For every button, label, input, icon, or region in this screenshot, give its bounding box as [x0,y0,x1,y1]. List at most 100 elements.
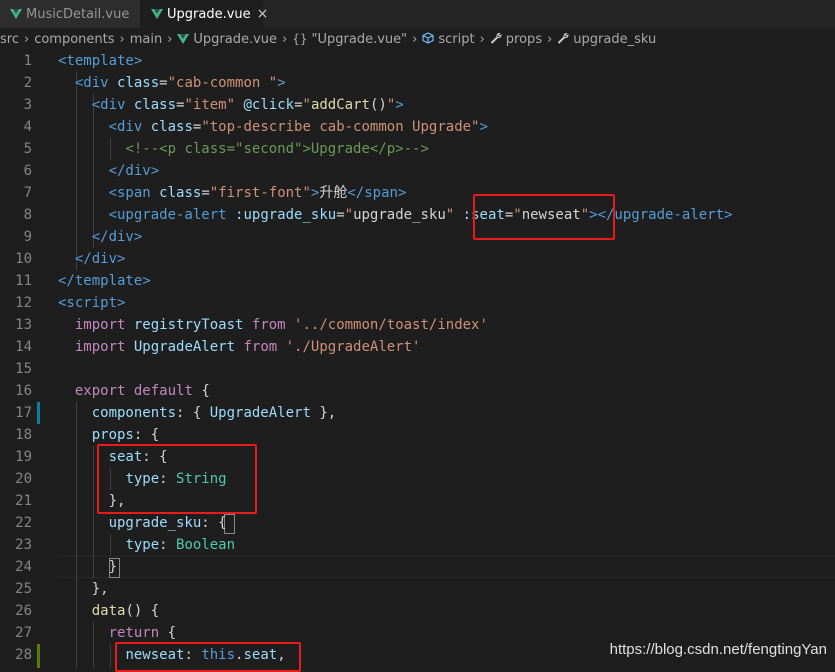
code-token: { [192,383,210,399]
breadcrumb-item-components[interactable]: components [34,32,114,47]
code-token: './UpgradeAlert' [285,339,421,355]
code-line[interactable]: 3 <div class="item" @click="addCart()"> [0,94,835,116]
code-token: from [251,317,286,333]
wrench-icon [490,32,502,47]
code-token: <!--<p class="second">Upgrade</p>--> [125,141,429,157]
line-number: 22 [15,515,32,531]
code-token: " [344,207,354,223]
code-token: () [369,97,387,113]
code-line[interactable]: 6 </div> [0,160,835,182]
code-token: '../common/toast/index' [294,317,488,333]
code-line[interactable]: 25 }, [0,578,835,600]
code-token: : [159,537,177,553]
breadcrumb-item-script[interactable]: script [438,32,474,47]
line-number: 14 [15,339,32,355]
tab-music-detail[interactable]: MusicDetail.vue [0,0,141,28]
tab-label: MusicDetail.vue [26,6,130,22]
code-line[interactable]: 22 upgrade_sku: { [0,512,835,534]
line-number: 23 [15,537,32,553]
code-line[interactable]: 23 type: Boolean [0,534,835,556]
code-line[interactable]: 7 <span class="first-font">升舱</span> [0,182,835,204]
code-line[interactable]: 5 <!--<p class="second">Upgrade</p>--> [0,138,835,160]
line-number: 19 [15,449,32,465]
cube-icon [422,31,434,47]
line-number: 21 [15,493,32,509]
code-line[interactable]: 14 import UpgradeAlert from './UpgradeAl… [0,336,835,358]
code-token: = [159,75,168,91]
line-source: </div> [58,160,160,182]
line-number: 10 [15,251,32,267]
code-line[interactable]: 9 </div> [0,226,835,248]
code-token: components [91,405,177,421]
code-line[interactable]: 2 <div class="cab-common "> [0,72,835,94]
breadcrumb-item-file[interactable]: Upgrade.vue [193,32,277,47]
editor-tab-bar: MusicDetail.vue Upgrade.vue × [0,0,835,28]
code-token: </div> [74,251,126,267]
code-token: class [117,75,160,91]
breadcrumb-item-props[interactable]: props [506,32,542,47]
line-number: 9 [23,229,32,245]
breadcrumb-item-src[interactable]: src [0,32,19,47]
line-source: } [58,556,117,578]
code-line[interactable]: 24 } [0,556,835,578]
tab-upgrade[interactable]: Upgrade.vue × [141,0,268,28]
code-line[interactable]: 11 </template> [0,270,835,292]
code-token: > [277,75,286,91]
code-line[interactable]: 16 export default { [0,380,835,402]
code-token: class [133,97,177,113]
line-number: 1 [23,53,32,69]
code-token: import [74,339,126,355]
code-line[interactable]: 13 import registryToast from '../common/… [0,314,835,336]
code-line[interactable]: 26 data() { [0,600,835,622]
code-line[interactable]: 17 components: { UpgradeAlert }, [0,402,835,424]
code-line[interactable]: 8 <upgrade-alert :upgrade_sku="upgrade_s… [0,204,835,226]
code-line[interactable]: 4 <div class="top-describe cab-common Up… [0,116,835,138]
code-line[interactable]: 15 [0,358,835,380]
wrench-icon [557,32,569,47]
line-number: 3 [23,97,32,113]
code-token: </div> [91,229,143,245]
code-token: : { [176,405,210,421]
code-token: Boolean [176,537,236,553]
code-token: "item" [184,97,236,113]
code-token: registryToast [133,317,244,333]
line-source: </div> [58,226,143,248]
code-token: class [159,185,202,201]
code-token: () { [125,603,160,619]
vue-file-icon [10,9,22,19]
code-token: class [150,119,193,135]
code-token: " [302,97,311,113]
breadcrumb-item-module[interactable]: "Upgrade.vue" [312,32,408,47]
code-line[interactable]: 12 <script> [0,292,835,314]
close-icon[interactable]: × [257,6,269,22]
chevron-right-icon: › [119,31,125,47]
breadcrumb-item-main[interactable]: main [130,32,162,47]
code-token: from [243,339,278,355]
code-line[interactable]: 10 </div> [0,248,835,270]
annotation-box-seat-prop [97,444,257,514]
code-editor[interactable]: 1 <template> 2 <div class="cab-common "> 3 … [0,50,835,672]
code-token: data [91,603,126,619]
code-token: > [395,97,404,113]
breadcrumb-item-upgrade-sku[interactable]: upgrade_sku [573,32,656,47]
code-token: default [133,383,193,399]
code-token: type [125,537,160,553]
code-line[interactable]: 18 props: { [0,424,835,446]
code-token: upgrade_sku [353,207,446,223]
line-source: props: { [58,424,159,446]
code-token: " [386,97,396,113]
line-number: 27 [15,625,32,641]
code-line[interactable]: 1 <template> [0,50,835,72]
